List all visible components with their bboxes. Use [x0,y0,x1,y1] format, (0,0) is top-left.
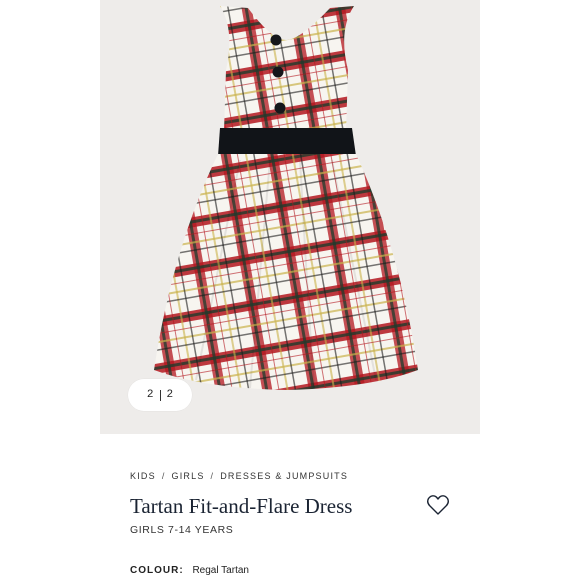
colour-row: COLOUR: Regal Tartan [130,565,249,576]
pager-divider [159,389,161,401]
pager-current: 2 [146,389,154,401]
pager-total: 2 [166,389,174,401]
product-image-panel[interactable]: 2 2 [100,0,480,434]
dress-sash [218,128,356,156]
breadcrumb-link-kids[interactable]: KIDS [130,471,156,481]
dress-button [270,34,282,46]
colour-value: Regal Tartan [192,565,249,576]
dress-button [272,66,284,78]
wishlist-heart-icon[interactable] [426,494,450,516]
breadcrumb-separator: / [210,471,215,481]
breadcrumb-separator: / [161,471,166,481]
dress-button [274,102,286,114]
gallery-pager[interactable]: 2 2 [128,379,192,411]
dress-skirt [154,154,418,390]
product-image[interactable] [100,0,480,434]
product-size-range: GIRLS 7-14 YEARS [130,524,234,536]
breadcrumb-link-girls[interactable]: GIRLS [172,471,205,481]
dress-bodice [220,6,354,132]
product-title: Tartan Fit-and-Flare Dress [130,494,353,518]
breadcrumb-link-dresses[interactable]: DRESSES & JUMPSUITS [220,471,348,481]
colour-label: COLOUR: [130,565,184,576]
breadcrumb: KIDS / GIRLS / DRESSES & JUMPSUITS [130,471,348,481]
